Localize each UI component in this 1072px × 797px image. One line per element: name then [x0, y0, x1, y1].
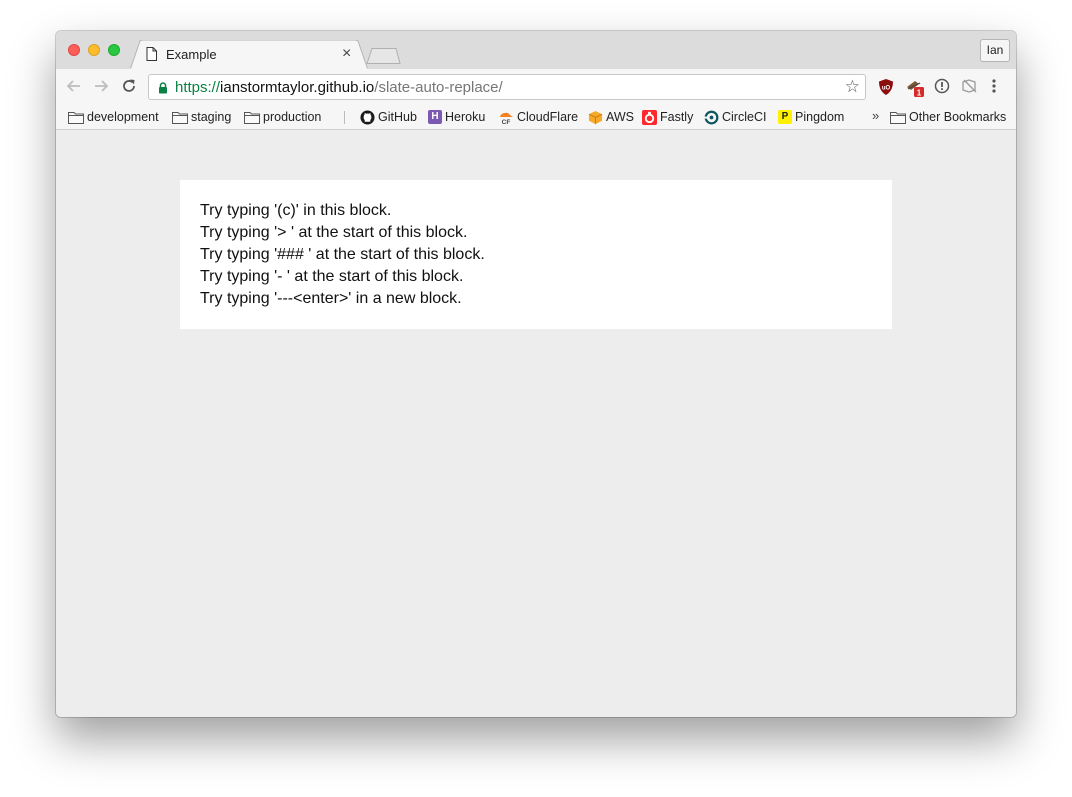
editor-line[interactable]: Try typing '---<enter>' in a new block.	[200, 288, 485, 310]
ublock-icon[interactable]: uO	[878, 78, 894, 101]
profile-button[interactable]: Ian	[980, 39, 1010, 62]
aws-icon	[588, 110, 603, 124]
bookmark-github[interactable]: GitHub	[360, 108, 417, 126]
editor[interactable]: Try typing '(c)' in this block. Try typi…	[180, 180, 892, 329]
extension-badge-icon[interactable]: 1	[905, 78, 927, 103]
bookmark-circleci[interactable]: CircleCI	[704, 108, 766, 126]
tab-example[interactable]: Example ×	[130, 40, 368, 70]
bookmark-label: Heroku	[445, 110, 486, 124]
browser-window: Example × Ian https://ianstormtaylor.git…	[56, 31, 1016, 717]
tab-title: Example	[166, 47, 217, 62]
bookmark-label: CloudFlare	[517, 110, 579, 124]
maximize-window-button[interactable]	[108, 44, 120, 56]
bookmark-pingdom[interactable]: P Pingdom	[778, 108, 844, 126]
back-arrow-icon[interactable]	[66, 78, 82, 99]
page-content: Try typing '(c)' in this block. Try typi…	[56, 130, 1016, 717]
folder-icon	[890, 111, 906, 124]
new-tab-button[interactable]	[366, 48, 402, 69]
tab-close-icon[interactable]: ×	[342, 45, 351, 63]
bookmark-star-icon[interactable]: ☆	[845, 78, 860, 96]
reader-icon[interactable]	[961, 78, 979, 99]
page-icon	[146, 47, 157, 66]
pingdom-icon: P	[778, 110, 792, 124]
info-circle-icon[interactable]	[934, 78, 950, 99]
folder-icon	[244, 111, 260, 124]
bookmark-label: Other Bookmarks	[909, 110, 1007, 124]
minimize-window-button[interactable]	[88, 44, 100, 56]
github-icon	[360, 109, 375, 125]
bookmark-cloudflare[interactable]: CF CloudFlare	[498, 108, 578, 126]
menu-kebab-icon[interactable]	[991, 78, 997, 99]
toolbar: https://ianstormtaylor.github.io/slate-a…	[56, 69, 1016, 105]
circleci-icon	[704, 110, 719, 124]
folder-icon	[172, 111, 188, 124]
editor-line[interactable]: Try typing '> ' at the start of this blo…	[200, 222, 485, 244]
editor-line[interactable]: Try typing '(c)' in this block.	[200, 200, 485, 222]
forward-arrow-icon[interactable]	[93, 78, 109, 99]
reload-icon[interactable]	[121, 78, 137, 99]
lock-icon	[158, 81, 168, 99]
url-text: https://ianstormtaylor.github.io/slate-a…	[175, 79, 503, 96]
bookmark-folder-other[interactable]: Other Bookmarks	[890, 108, 1006, 126]
editor-line[interactable]: Try typing '- ' at the start of this blo…	[200, 266, 485, 288]
editor-line[interactable]: Try typing '### ' at the start of this b…	[200, 244, 485, 266]
bookmark-fastly[interactable]: Fastly	[642, 108, 693, 126]
folder-icon	[68, 111, 84, 124]
svg-text:1: 1	[917, 88, 922, 97]
title-bar: Example × Ian	[56, 31, 1016, 70]
bookmarks-overflow-icon[interactable]: »	[872, 108, 879, 123]
bookmark-label: AWS	[606, 110, 635, 124]
bookmark-label: GitHub	[378, 110, 417, 124]
heroku-icon: H	[428, 110, 442, 124]
address-bar[interactable]: https://ianstormtaylor.github.io/slate-a…	[148, 74, 866, 100]
cloudflare-icon: CF	[500, 112, 513, 125]
bookmark-label: CircleCI	[722, 110, 767, 124]
bookmark-label: Fastly	[660, 110, 694, 124]
bookmark-folder-staging[interactable]: staging	[172, 108, 231, 126]
bookmark-label: production	[263, 110, 322, 124]
bookmark-folder-development[interactable]: development	[68, 108, 159, 126]
bookmark-heroku[interactable]: H Heroku	[428, 108, 485, 126]
svg-text:CF: CF	[502, 119, 511, 125]
bookmark-folder-production[interactable]: production	[244, 108, 321, 126]
svg-text:uO: uO	[882, 86, 891, 92]
bookmark-label: development	[87, 110, 159, 124]
fastly-icon	[642, 109, 657, 125]
bookmarks-bar: development staging production GitHub H …	[56, 105, 1016, 130]
close-window-button[interactable]	[68, 44, 80, 56]
bookmarks-separator	[344, 111, 345, 124]
bookmark-label: staging	[191, 110, 232, 124]
bookmark-label: Pingdom	[795, 110, 845, 124]
bookmark-aws[interactable]: AWS	[588, 108, 634, 126]
